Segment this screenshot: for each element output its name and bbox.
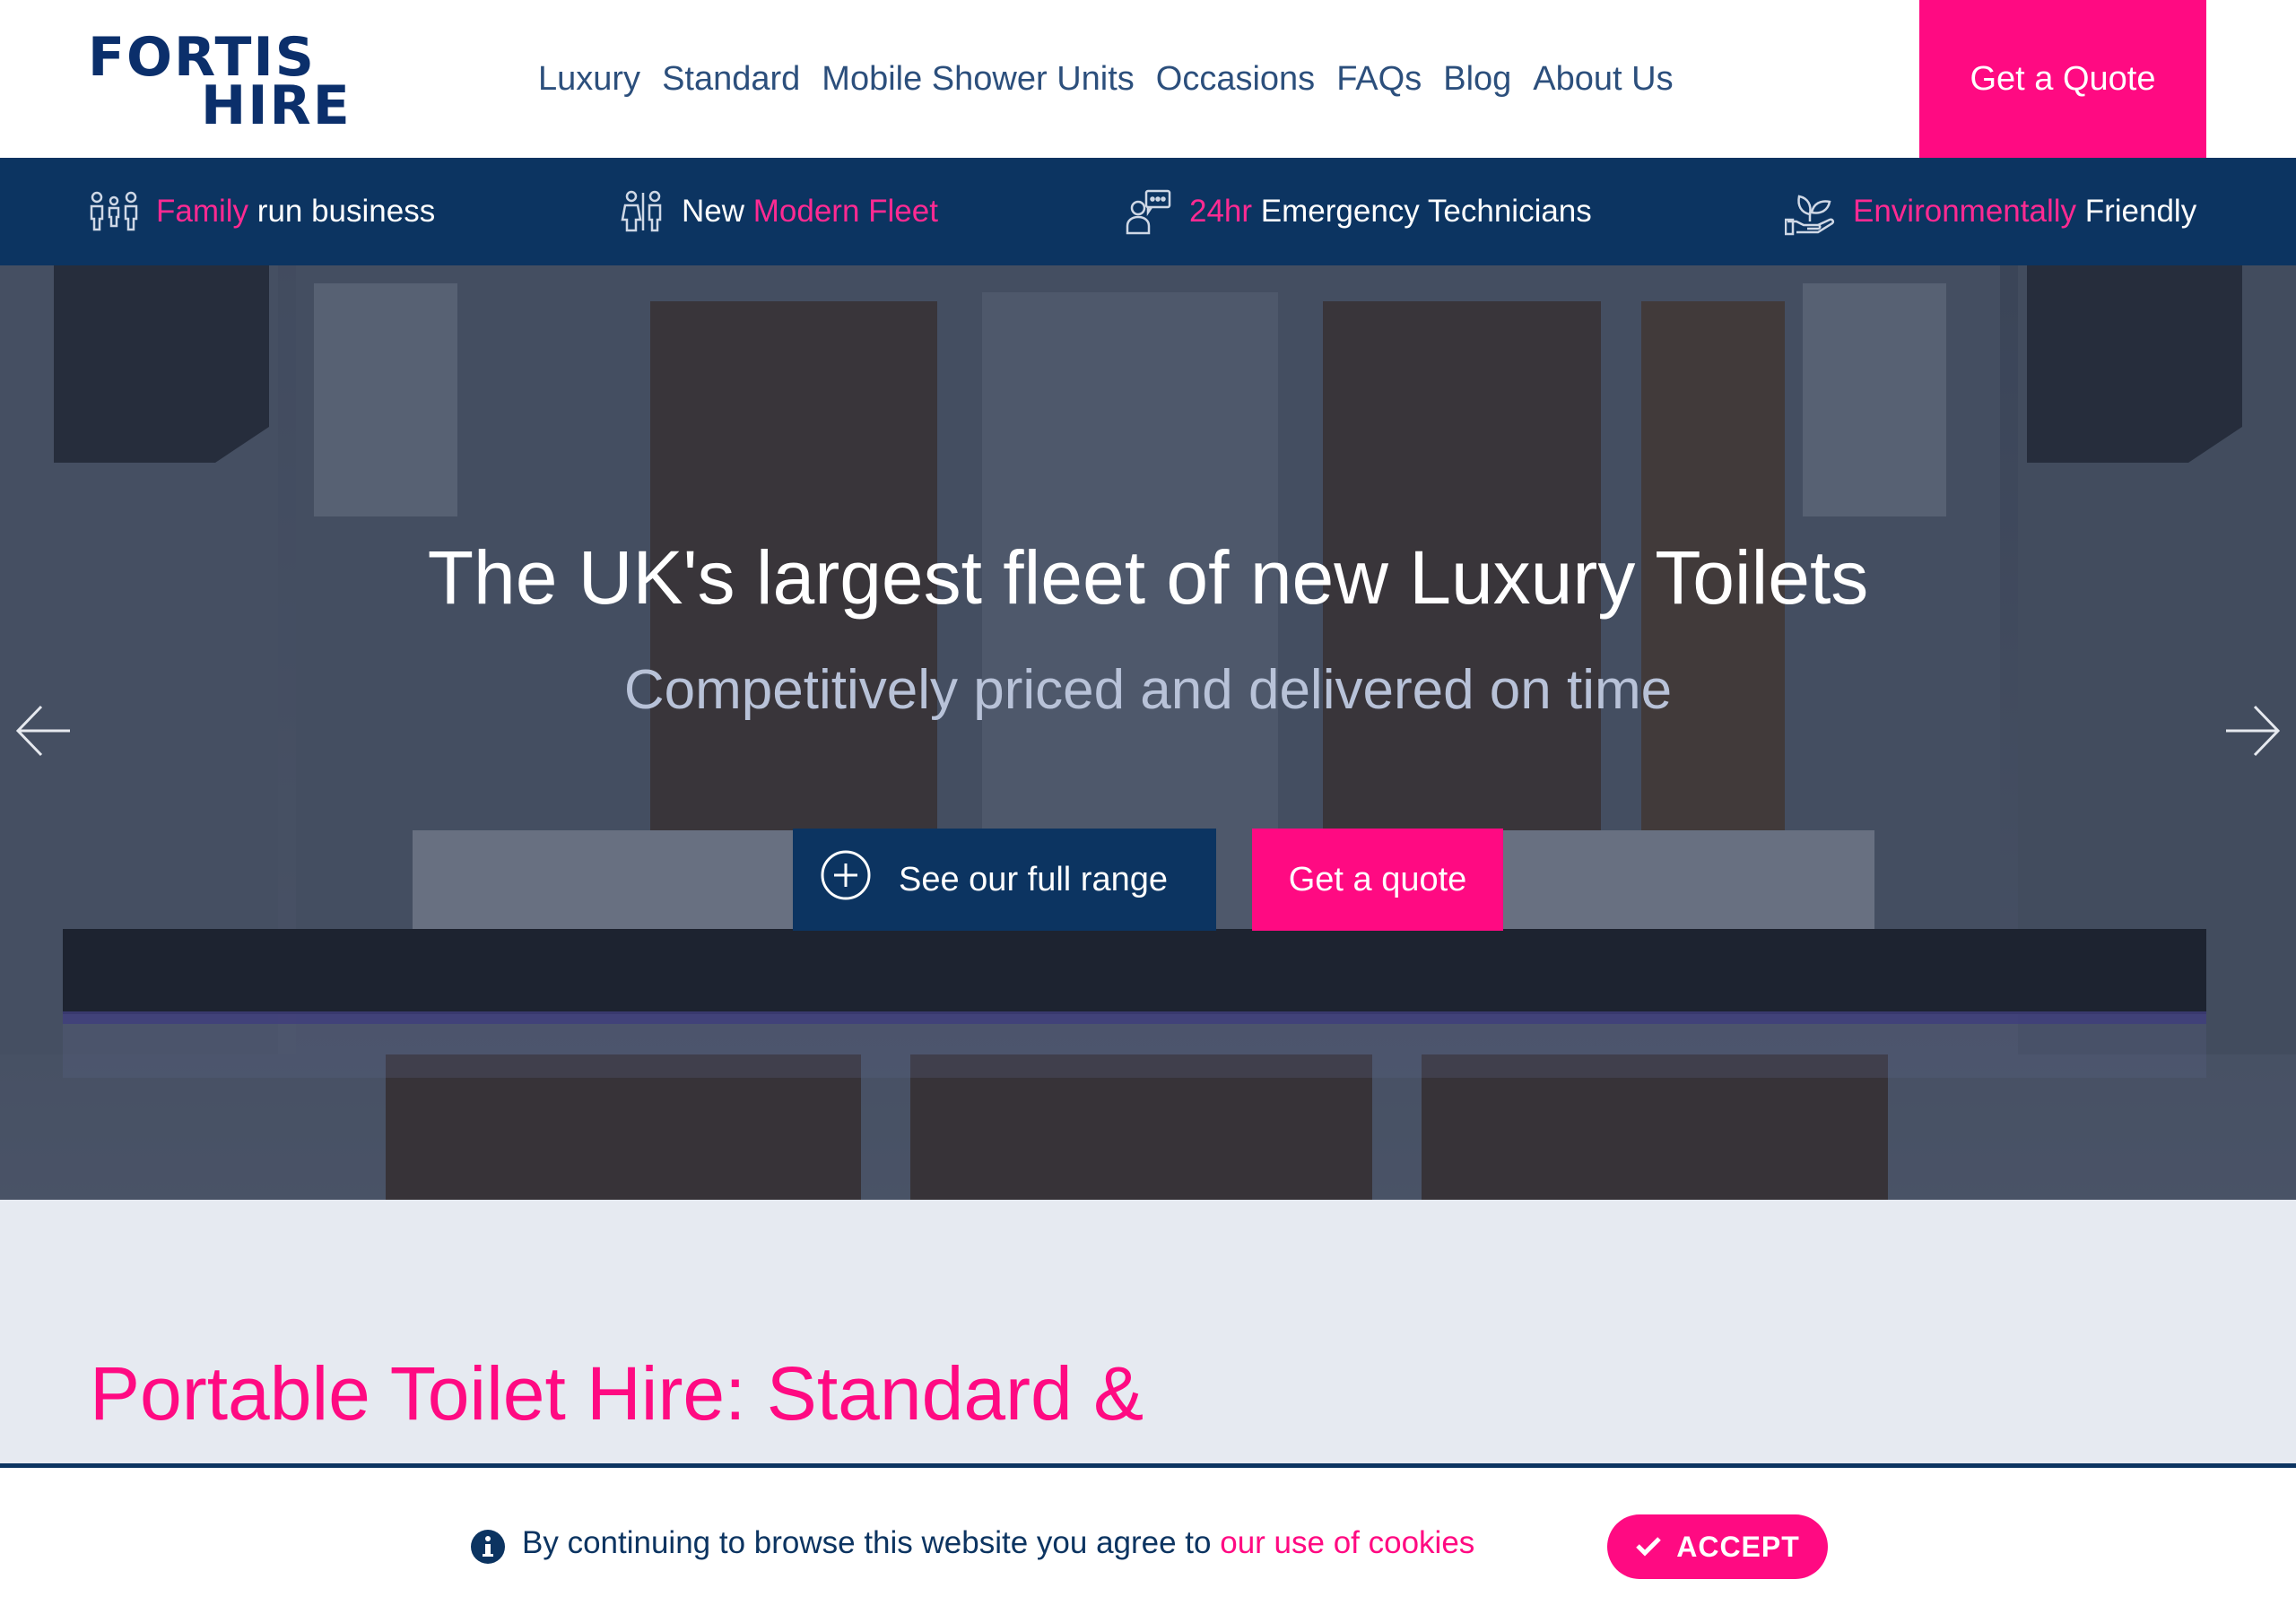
cookie-text: By continuing to browse this website you… (522, 1525, 1221, 1560)
nav-faqs[interactable]: FAQs (1336, 60, 1422, 99)
family-icon (88, 190, 140, 233)
main-nav: Luxury Standard Mobile Shower Units Occa… (538, 0, 1674, 158)
eco-hand-icon (1785, 187, 1837, 236)
cookie-banner: By continuing to browse this website you… (0, 1463, 2296, 1614)
arrow-left-icon[interactable] (13, 699, 75, 762)
feature-family-text: run business (248, 194, 436, 229)
restroom-icon (621, 189, 665, 234)
cookie-message: By continuing to browse this website you… (522, 1525, 1474, 1561)
feature-family-run: Family run business (88, 158, 435, 265)
feature-environmentally-friendly: Environmentally Friendly (1785, 158, 2196, 265)
hero-overlay (0, 265, 2296, 1200)
site-header: FORTIS HIRE Luxury Standard Mobile Showe… (0, 0, 2296, 158)
info-icon (470, 1529, 506, 1565)
feature-fleet-lead: New (682, 194, 753, 229)
feature-modern-fleet: New Modern Fleet (621, 158, 938, 265)
arrow-right-icon[interactable] (2221, 699, 2283, 762)
feature-family-highlight: Family (156, 194, 249, 229)
cookie-policy-link[interactable]: our use of cookies (1220, 1525, 1474, 1560)
accept-label: ACCEPT (1676, 1530, 1800, 1563)
nav-standard[interactable]: Standard (662, 60, 800, 99)
accept-cookies-button[interactable]: ACCEPT (1607, 1514, 1828, 1579)
header-get-quote-button[interactable]: Get a Quote (1919, 0, 2206, 158)
see-full-range-button[interactable]: See our full range (793, 829, 1216, 931)
hero-carousel: The UK's largest fleet of new Luxury Toi… (0, 265, 2296, 1200)
hero-title: The UK's largest fleet of new Luxury Toi… (427, 535, 1869, 620)
section-heading: Portable Toilet Hire: Standard & (90, 1351, 1144, 1436)
hero-get-quote-button[interactable]: Get a quote (1252, 829, 1503, 931)
nav-blog[interactable]: Blog (1443, 60, 1511, 99)
see-full-range-label: See our full range (899, 860, 1168, 898)
fortis-hire-logo[interactable]: FORTIS HIRE (88, 27, 350, 134)
technician-icon (1125, 188, 1173, 235)
intro-section: Portable Toilet Hire: Standard & (0, 1200, 2296, 1469)
nav-mobile-shower-units[interactable]: Mobile Shower Units (822, 60, 1134, 99)
page: FORTIS HIRE Luxury Standard Mobile Showe… (0, 0, 2296, 1614)
nav-luxury[interactable]: Luxury (538, 60, 640, 99)
hero-subtitle: Competitively priced and delivered on ti… (623, 659, 1673, 721)
feature-bar: Family run business New Modern Fleet 24h… (0, 158, 2296, 265)
check-icon (1635, 1531, 1662, 1564)
feature-fleet-highlight: Modern Fleet (752, 194, 938, 229)
nav-about-us[interactable]: About Us (1533, 60, 1673, 99)
nav-occasions[interactable]: Occasions (1156, 60, 1315, 99)
feature-env-text: Friendly (2076, 194, 2197, 229)
logo-line-2: HIRE (201, 74, 352, 137)
feature-24hr-highlight: 24hr (1189, 194, 1253, 229)
plus-circle-icon (820, 849, 872, 910)
feature-24hr-text: Emergency Technicians (1252, 194, 1592, 229)
feature-emergency-technicians: 24hr Emergency Technicians (1125, 158, 1592, 265)
feature-env-highlight: Environmentally (1853, 194, 2076, 229)
